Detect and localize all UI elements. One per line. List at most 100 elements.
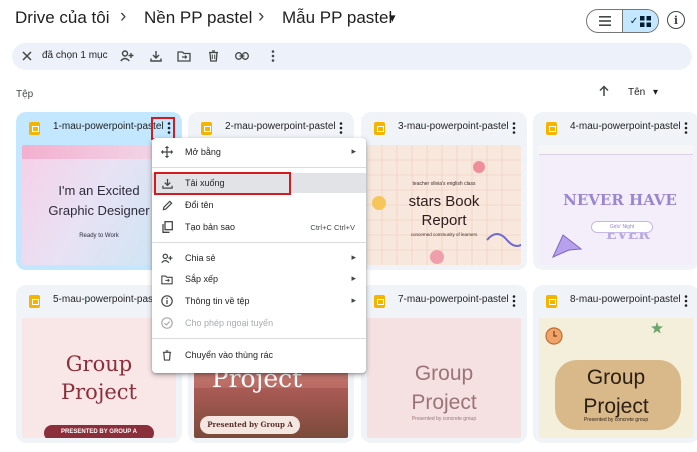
file-thumbnail: NEVER HAVE EVER Girls' Night [539,145,693,265]
breadcrumb-separator: › [120,6,127,27]
sort-by-name-button[interactable]: Tên ▾ [628,87,658,98]
link-icon[interactable] [235,49,249,63]
menu-item-label: Chia sẻ [185,253,216,263]
list-view-button[interactable] [587,10,622,32]
file-card[interactable]: 3-mau-powerpoint-pastel teacher olivia's… [361,112,527,270]
file-name: 3-mau-powerpoint-pastel [398,121,508,132]
move-to-folder-icon[interactable] [177,49,191,63]
submenu-arrow-icon: ▸ [351,146,356,156]
menu-item-label: Cho phép ngoại tuyến [185,318,274,328]
thumb-title-line2: Project [583,395,649,418]
menu-item-make-offline: Cho phép ngoại tuyến [152,313,366,333]
annotation-highlight-box [154,172,291,195]
more-actions-icon[interactable] [266,49,280,63]
file-name: 2-mau-powerpoint-pastel [225,121,335,132]
download-icon[interactable] [149,49,163,63]
menu-item-shortcut: Ctrl+C Ctrl+V [310,223,355,232]
folder-dropdown-icon[interactable]: ▾ [389,10,396,26]
grid-view-icon [640,15,652,27]
file-name: 1-mau-powerpoint-pastel [53,121,163,132]
thumb-title-line1: Group [586,366,646,389]
menu-item-file-info[interactable]: Thông tin về tệp ▸ [152,291,366,311]
more-options-icon[interactable] [679,293,693,309]
more-options-icon[interactable] [679,120,693,136]
breadcrumb-current-folder[interactable]: Mẫu PP pastel [282,8,392,28]
file-name: 8-mau-powerpoint-pastel [570,294,680,305]
more-options-icon[interactable] [507,120,521,136]
thumb-title-line2: Report [421,212,467,229]
file-thumbnail: Group Project Presented by concrete grou… [367,318,521,438]
thumb-band: Presented by Group A [200,416,300,434]
thumb-browser-bar [539,145,693,155]
file-card[interactable]: 8-mau-powerpoint-pastel Group Project Pr… [533,285,697,443]
section-files-label: Tệp [16,89,34,100]
menu-divider [152,338,366,339]
slides-file-icon [374,122,385,135]
thumb-title-line2: Project [61,380,137,404]
thumb-pill: Girls' Night [591,221,653,233]
menu-item-label: Tạo bản sao [185,222,236,232]
info-icon[interactable]: i [667,11,685,29]
selection-count: đã chọn 1 mục [42,50,108,61]
breadcrumb-my-drive[interactable]: Drive của tôi [15,8,109,28]
sort-direction-icon[interactable] [598,84,612,98]
grid-view-button[interactable]: ✓ [622,10,658,32]
file-name: 4-mau-powerpoint-pastel [570,121,680,132]
slides-file-icon [546,122,557,135]
menu-item-make-copy[interactable]: Tạo bản sao Ctrl+C Ctrl+V [152,217,366,237]
breadcrumb-separator: › [258,6,265,27]
slides-file-icon [201,122,212,135]
pencil-icon [161,199,173,211]
menu-item-move-to-trash[interactable]: Chuyển vào thùng rác [152,345,366,365]
thumb-title-line1: stars Book [408,193,480,210]
thumb-title-line1: NEVER HAVE [563,191,677,209]
submenu-arrow-icon: ▸ [351,252,356,262]
menu-item-open-with[interactable]: Mở bằng ▸ [152,142,366,162]
menu-item-label: Thông tin về tệp [185,296,250,306]
close-icon[interactable] [20,49,34,63]
menu-item-label: Sắp xếp [185,274,219,284]
thumb-title-line2: Project [411,391,477,414]
menu-item-label: Đổi tên [185,200,214,210]
copy-icon [161,221,173,233]
file-card[interactable]: 7-mau-powerpoint-pastel Group Project Pr… [361,285,527,443]
thumb-subtitle: Presented by concrete group [583,417,649,423]
star-icon [651,322,663,334]
menu-divider [152,242,366,243]
share-person-icon[interactable] [120,49,134,63]
menu-item-organize[interactable]: Sắp xếp ▸ [152,269,366,289]
menu-item-rename[interactable]: Đổi tên [152,195,366,215]
open-with-icon [161,146,173,158]
slides-file-icon [29,295,40,308]
info-icon [161,295,173,307]
sort-dropdown-icon: ▾ [653,87,659,98]
share-person-icon [161,252,173,264]
trash-icon[interactable] [206,49,220,63]
annotation-highlight-box [151,117,175,140]
menu-item-share[interactable]: Chia sẻ ▸ [152,248,366,268]
check-icon: ✓ [629,15,639,27]
thumb-band: PRESENTED BY GROUP A [44,425,154,438]
sort-label: Tên [628,87,646,98]
alarm-clock-icon [545,327,563,345]
submenu-arrow-icon: ▸ [351,295,356,305]
menu-divider [152,167,366,168]
menu-item-label: Mở bằng [185,147,221,157]
file-card[interactable]: 4-mau-powerpoint-pastel NEVER HAVE EVER … [533,112,697,270]
file-thumbnail: teacher olivia's english class stars Boo… [367,145,521,265]
thumb-topline: teacher olivia's english class [412,181,476,187]
offline-icon [161,317,173,329]
more-options-icon[interactable] [507,293,521,309]
selection-toolbar: đã chọn 1 mục [12,43,692,70]
menu-item-label: Chuyển vào thùng rác [185,350,274,360]
breadcrumb-folder[interactable]: Nền PP pastel [144,8,252,28]
trash-icon [161,349,173,361]
thumb-subtitle: concerned community of learners [410,232,478,237]
slides-file-icon [374,295,385,308]
slides-file-icon [29,122,40,135]
folder-move-icon [161,273,173,285]
view-toggle: ✓ [586,9,659,33]
thumb-title-line1: Group [414,362,474,385]
header: Drive của tôi › Nền PP pastel › Mẫu PP p… [0,0,697,42]
more-options-icon[interactable] [334,120,348,136]
